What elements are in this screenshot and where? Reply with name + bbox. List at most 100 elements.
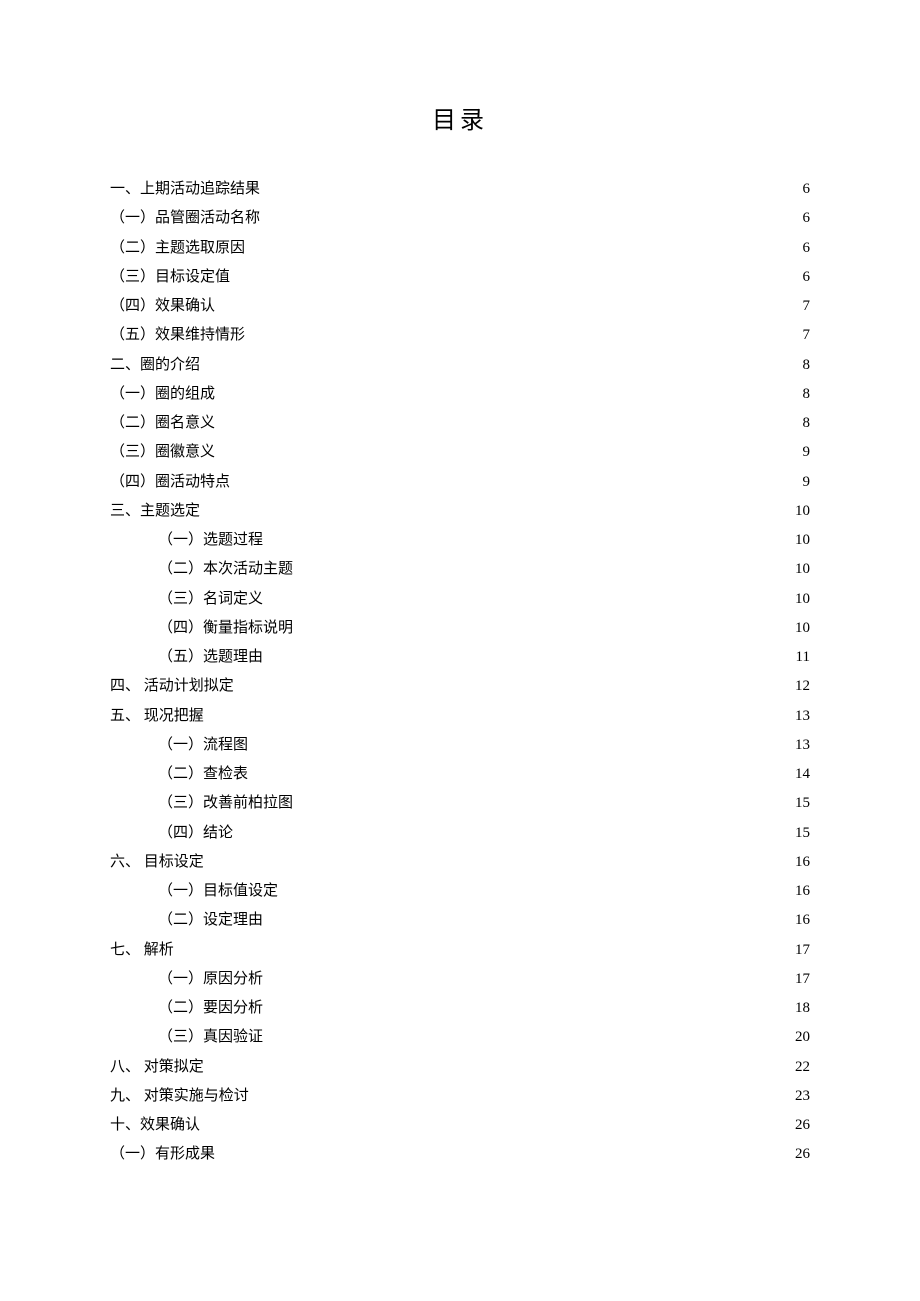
toc-label: （三）圈徽意义: [110, 438, 215, 467]
page-title: 目录: [110, 100, 810, 135]
toc-label: （四）圈活动特点: [110, 468, 230, 497]
toc-label: （三）目标设定值: [110, 263, 230, 292]
toc-entry[interactable]: （二）本次活动主题 10: [110, 555, 810, 584]
toc-entry[interactable]: （二）要因分析 18: [110, 994, 810, 1023]
toc-label: （四）衡量指标说明: [158, 614, 293, 643]
table-of-contents: 一、上期活动追踪结果6（一）品管圈活动名称6（二）主题选取原因6（三）目标设定值…: [110, 175, 810, 1170]
toc-label: 七、 解析: [110, 936, 174, 965]
toc-entry[interactable]: 七、 解析 17: [110, 936, 810, 965]
toc-page-number: 11: [796, 643, 810, 672]
toc-entry[interactable]: 一、上期活动追踪结果6: [110, 175, 810, 204]
toc-page-number: 8: [803, 380, 811, 409]
toc-page-number: 15: [795, 819, 810, 848]
toc-page-number: 10: [795, 555, 810, 584]
toc-entry[interactable]: （二）查检表 14: [110, 760, 810, 789]
toc-label: 六、 目标设定: [110, 848, 204, 877]
toc-page-number: 18: [795, 994, 810, 1023]
toc-entry[interactable]: 八、 对策拟定22: [110, 1053, 810, 1082]
toc-page-number: 15: [795, 789, 810, 818]
toc-page-number: 8: [803, 409, 811, 438]
toc-label: 五、 现况把握: [110, 702, 204, 731]
toc-label: （一）目标值设定: [158, 877, 278, 906]
toc-label: 四、 活动计划拟定: [110, 672, 234, 701]
toc-page-number: 10: [795, 585, 810, 614]
toc-entry[interactable]: （一）有形成果 26: [110, 1140, 810, 1169]
toc-entry[interactable]: （三）目标设定值 6: [110, 263, 810, 292]
toc-entry[interactable]: （五）效果维持情形 7: [110, 321, 810, 350]
toc-entry[interactable]: （四）效果确认 7: [110, 292, 810, 321]
toc-label: （二）设定理由: [158, 906, 263, 935]
toc-page-number: 6: [803, 175, 811, 204]
toc-entry[interactable]: （四）圈活动特点 9: [110, 468, 810, 497]
toc-label: 二、圈的介绍: [110, 351, 200, 380]
toc-entry[interactable]: 三、主题选定 10: [110, 497, 810, 526]
toc-page-number: 23: [795, 1082, 810, 1111]
toc-page-number: 14: [795, 760, 810, 789]
toc-entry[interactable]: 十、效果确认 26: [110, 1111, 810, 1140]
toc-entry[interactable]: 四、 活动计划拟定 12: [110, 672, 810, 701]
toc-label: （二）本次活动主题: [158, 555, 293, 584]
toc-entry[interactable]: （三）改善前柏拉图 15: [110, 789, 810, 818]
toc-label: （二）查检表: [158, 760, 248, 789]
toc-label: （四）效果确认: [110, 292, 215, 321]
toc-entry[interactable]: （二）圈名意义 8: [110, 409, 810, 438]
toc-label: （二）圈名意义: [110, 409, 215, 438]
toc-page-number: 20: [795, 1023, 810, 1052]
toc-page-number: 10: [795, 526, 810, 555]
toc-entry[interactable]: （一）原因分析 17: [110, 965, 810, 994]
toc-page-number: 26: [795, 1140, 810, 1169]
toc-label: （三）名词定义: [158, 585, 263, 614]
toc-label: （二）主题选取原因: [110, 234, 245, 263]
toc-entry[interactable]: （三）名词定义 10: [110, 585, 810, 614]
toc-page-number: 13: [795, 731, 810, 760]
toc-page-number: 8: [803, 351, 811, 380]
toc-page-number: 16: [795, 848, 810, 877]
toc-label: （四）结论: [158, 819, 233, 848]
toc-entry[interactable]: （一）目标值设定16: [110, 877, 810, 906]
toc-page-number: 26: [795, 1111, 810, 1140]
toc-label: （一）原因分析: [158, 965, 263, 994]
toc-entry[interactable]: （三）圈徽意义 9: [110, 438, 810, 467]
toc-label: 十、效果确认: [110, 1111, 200, 1140]
toc-label: （一）流程图: [158, 731, 248, 760]
toc-entry[interactable]: （三）真因验证 20: [110, 1023, 810, 1052]
toc-entry[interactable]: （四）衡量指标说明 10: [110, 614, 810, 643]
toc-page-number: 10: [795, 497, 810, 526]
toc-entry[interactable]: 六、 目标设定 16: [110, 848, 810, 877]
toc-page-number: 17: [795, 936, 810, 965]
toc-label: （三）真因验证: [158, 1023, 263, 1052]
toc-page-number: 7: [803, 321, 811, 350]
toc-page-number: 9: [803, 468, 811, 497]
toc-label: （五）选题理由: [158, 643, 263, 672]
toc-page-number: 10: [795, 614, 810, 643]
toc-entry[interactable]: （一）选题过程 10: [110, 526, 810, 555]
toc-label: 三、主题选定: [110, 497, 200, 526]
toc-label: （二）要因分析: [158, 994, 263, 1023]
toc-label: （一）圈的组成: [110, 380, 215, 409]
toc-entry[interactable]: （一）品管圈活动名称 6: [110, 204, 810, 233]
toc-page-number: 7: [803, 292, 811, 321]
toc-page-number: 22: [795, 1053, 810, 1082]
toc-entry[interactable]: （二）设定理由 16: [110, 906, 810, 935]
toc-label: （五）效果维持情形: [110, 321, 245, 350]
toc-entry[interactable]: （一）流程图 13: [110, 731, 810, 760]
toc-entry[interactable]: （一）圈的组成 8: [110, 380, 810, 409]
toc-page-number: 17: [795, 965, 810, 994]
toc-page-number: 12: [795, 672, 810, 701]
toc-page-number: 9: [803, 438, 811, 467]
toc-page-number: 6: [803, 204, 811, 233]
toc-label: （一）品管圈活动名称: [110, 204, 260, 233]
toc-entry[interactable]: （二）主题选取原因 6: [110, 234, 810, 263]
toc-label: （一）有形成果: [110, 1140, 215, 1169]
toc-label: （一）选题过程: [158, 526, 263, 555]
toc-page-number: 6: [803, 263, 811, 292]
toc-page-number: 6: [803, 234, 811, 263]
toc-entry[interactable]: 二、圈的介绍 8: [110, 351, 810, 380]
toc-label: （三）改善前柏拉图: [158, 789, 293, 818]
toc-page-number: 16: [795, 906, 810, 935]
toc-entry[interactable]: （四）结论 15: [110, 819, 810, 848]
toc-entry[interactable]: 九、 对策实施与检讨 23: [110, 1082, 810, 1111]
toc-entry[interactable]: （五）选题理由 11: [110, 643, 810, 672]
toc-label: 九、 对策实施与检讨: [110, 1082, 249, 1111]
toc-entry[interactable]: 五、 现况把握13: [110, 702, 810, 731]
